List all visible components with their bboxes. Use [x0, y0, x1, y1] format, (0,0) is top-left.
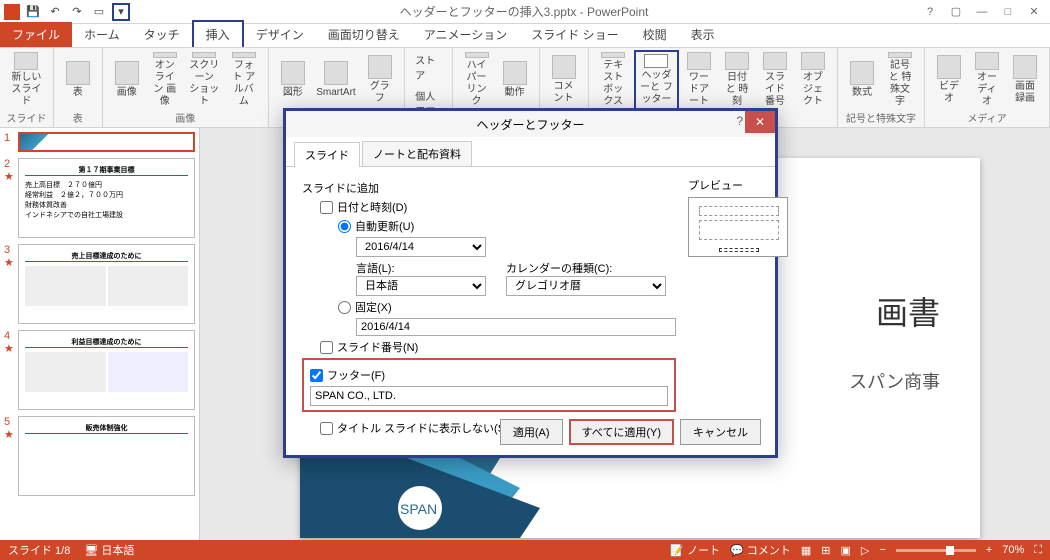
apply-button[interactable]: 適用(A)	[500, 419, 563, 445]
symbol-button[interactable]: 記号と 特殊文字	[882, 50, 918, 110]
slide-subtitle: スパン商事	[849, 368, 940, 394]
dialog-tabs: スライド ノートと配布資料	[286, 137, 775, 167]
apply-all-button[interactable]: すべてに適用(Y)	[569, 419, 674, 445]
dialog-title: ヘッダーとフッター	[476, 116, 584, 133]
wordart-button[interactable]: ワードアート	[681, 50, 717, 110]
slide-number-button[interactable]: スライド番号	[757, 50, 793, 110]
window-controls: ? ▢ — □ ✕	[918, 3, 1050, 21]
qat-customize[interactable]: ▾	[112, 3, 130, 21]
svg-text:SPAN: SPAN	[400, 501, 437, 517]
ribbon-tabs: ファイル ホーム タッチ 挿入 デザイン 画面切り替え アニメーション スライド…	[0, 24, 1050, 48]
datetime-button[interactable]: 日付と 時刻	[719, 50, 755, 110]
image-button[interactable]: 画像	[109, 50, 145, 110]
thumbnail-pane[interactable]: 1 第１７期事業計画書 株式会社 スパン商事 2★ 第１７期事業目標 売上高目標…	[0, 128, 200, 540]
header-footer-button[interactable]: ヘッダーと フッター	[634, 50, 679, 110]
audio-button[interactable]: オーディオ	[969, 50, 1005, 110]
fixed-date-input[interactable]	[356, 318, 676, 336]
zoom-slider[interactable]	[896, 549, 976, 552]
language-indicator[interactable]: 🖥 日本語	[84, 542, 134, 558]
status-bar: スライド 1/8 🖥 日本語 📝 ノート 💬 コメント ▦ ⊞ ▣ ▷ − + …	[0, 540, 1050, 560]
object-button[interactable]: オブジェクト	[795, 50, 831, 110]
start-slideshow-button[interactable]: ▭	[90, 3, 108, 21]
video-button[interactable]: ビデオ	[931, 50, 967, 110]
cancel-button[interactable]: キャンセル	[680, 419, 761, 445]
tab-home[interactable]: ホーム	[72, 22, 132, 47]
comment-button[interactable]: コメント	[546, 50, 582, 110]
footer-checkbox[interactable]	[310, 369, 323, 382]
dialog-tab-notes[interactable]: ノートと配布資料	[362, 141, 472, 166]
quick-access-toolbar: 💾 ↶ ↷ ▭ ▾	[0, 3, 130, 21]
tab-transitions[interactable]: 画面切り替え	[316, 22, 412, 47]
fit-window-button[interactable]: ⛶	[1034, 544, 1042, 557]
language-select[interactable]: 日本語	[356, 276, 486, 296]
notes-button[interactable]: 📝 ノート	[670, 542, 720, 558]
section-label: スライドに追加	[302, 180, 676, 196]
tab-touch[interactable]: タッチ	[132, 22, 192, 47]
footer-highlight-box: フッター(F)	[302, 358, 676, 412]
undo-button[interactable]: ↶	[46, 3, 64, 21]
thumbnail-5[interactable]: 5★ 販売体制強化	[4, 416, 195, 496]
date-format-select[interactable]: 2016/4/14	[356, 237, 486, 257]
close-button[interactable]: ✕	[1022, 3, 1046, 21]
view-slideshow-button[interactable]: ▷	[861, 544, 869, 557]
help-button[interactable]: ?	[918, 3, 942, 21]
powerpoint-icon	[4, 4, 20, 20]
redo-button[interactable]: ↷	[68, 3, 86, 21]
window-title: ヘッダーとフッターの挿入3.pptx - PowerPoint	[130, 3, 918, 20]
screenshot-button[interactable]: スクリーン ショット	[185, 50, 224, 110]
screen-recording-button[interactable]: 画面 録画	[1007, 50, 1043, 110]
textbox-button[interactable]: テキスト ボックス	[595, 50, 632, 110]
zoom-out-button[interactable]: −	[879, 544, 885, 556]
thumbnail-3[interactable]: 3★ 売上目標達成のために	[4, 244, 195, 324]
slide-title: 画書	[876, 288, 940, 334]
comments-button[interactable]: 💬 コメント	[730, 542, 791, 558]
dialog-close-button[interactable]: ✕	[745, 111, 775, 133]
title-bar: 💾 ↶ ↷ ▭ ▾ ヘッダーとフッターの挿入3.pptx - PowerPoin…	[0, 0, 1050, 24]
calendar-select[interactable]: グレゴリオ暦	[506, 276, 666, 296]
hyperlink-button[interactable]: ハイパーリンク	[459, 50, 495, 110]
tab-file[interactable]: ファイル	[0, 22, 72, 47]
dialog-title-bar[interactable]: ヘッダーとフッター ? ✕	[286, 111, 775, 137]
tab-animations[interactable]: アニメーション	[412, 22, 520, 47]
preview-label: プレビュー	[688, 177, 788, 193]
store-button[interactable]: ストア	[411, 50, 445, 84]
dialog-help-icon[interactable]: ?	[736, 114, 743, 128]
view-normal-button[interactable]: ▦	[801, 544, 811, 557]
photo-album-button[interactable]: フォト アルバム	[226, 50, 262, 110]
dialog-tab-slide[interactable]: スライド	[294, 142, 360, 167]
action-button[interactable]: 動作	[497, 50, 533, 110]
hide-title-checkbox[interactable]	[320, 422, 333, 435]
new-slide-button[interactable]: 新しい スライド	[6, 50, 47, 110]
view-reading-button[interactable]: ▣	[841, 544, 851, 557]
ribbon-options-button[interactable]: ▢	[944, 3, 968, 21]
save-button[interactable]: 💾	[24, 3, 42, 21]
header-footer-dialog: ヘッダーとフッター ? ✕ スライド ノートと配布資料 スライドに追加 日付と時…	[283, 108, 778, 458]
zoom-in-button[interactable]: +	[986, 544, 992, 556]
view-sorter-button[interactable]: ⊞	[821, 544, 830, 557]
datetime-checkbox[interactable]	[320, 201, 333, 214]
tab-design[interactable]: デザイン	[244, 22, 316, 47]
table-button[interactable]: 表	[60, 50, 96, 110]
thumbnail-1[interactable]: 1 第１７期事業計画書 株式会社 スパン商事	[4, 132, 195, 152]
tab-insert[interactable]: 挿入	[192, 20, 244, 47]
tab-view[interactable]: 表示	[679, 22, 727, 47]
preview-box	[688, 197, 788, 257]
footer-text-input[interactable]	[310, 386, 668, 406]
auto-update-radio[interactable]	[338, 220, 351, 233]
slide-number-checkbox[interactable]	[320, 341, 333, 354]
equation-button[interactable]: 数式	[844, 50, 880, 110]
online-image-button[interactable]: オンライン 画像	[147, 50, 183, 110]
zoom-level[interactable]: 70%	[1002, 544, 1024, 556]
chart-button[interactable]: グラフ	[361, 50, 398, 110]
tab-slideshow[interactable]: スライド ショー	[519, 22, 630, 47]
slide-counter[interactable]: スライド 1/8	[8, 542, 70, 558]
tab-review[interactable]: 校閲	[631, 22, 679, 47]
thumbnail-2[interactable]: 2★ 第１７期事業目標 売上高目標 ２７０億円 経常利益 ２億２，７００万円 財…	[4, 158, 195, 238]
thumbnail-4[interactable]: 4★ 利益目標達成のために	[4, 330, 195, 410]
shapes-button[interactable]: 図形	[275, 50, 311, 110]
fixed-radio[interactable]	[338, 301, 351, 314]
smartart-button[interactable]: SmartArt	[313, 50, 359, 110]
maximize-button[interactable]: □	[996, 3, 1020, 21]
minimize-button[interactable]: —	[970, 3, 994, 21]
